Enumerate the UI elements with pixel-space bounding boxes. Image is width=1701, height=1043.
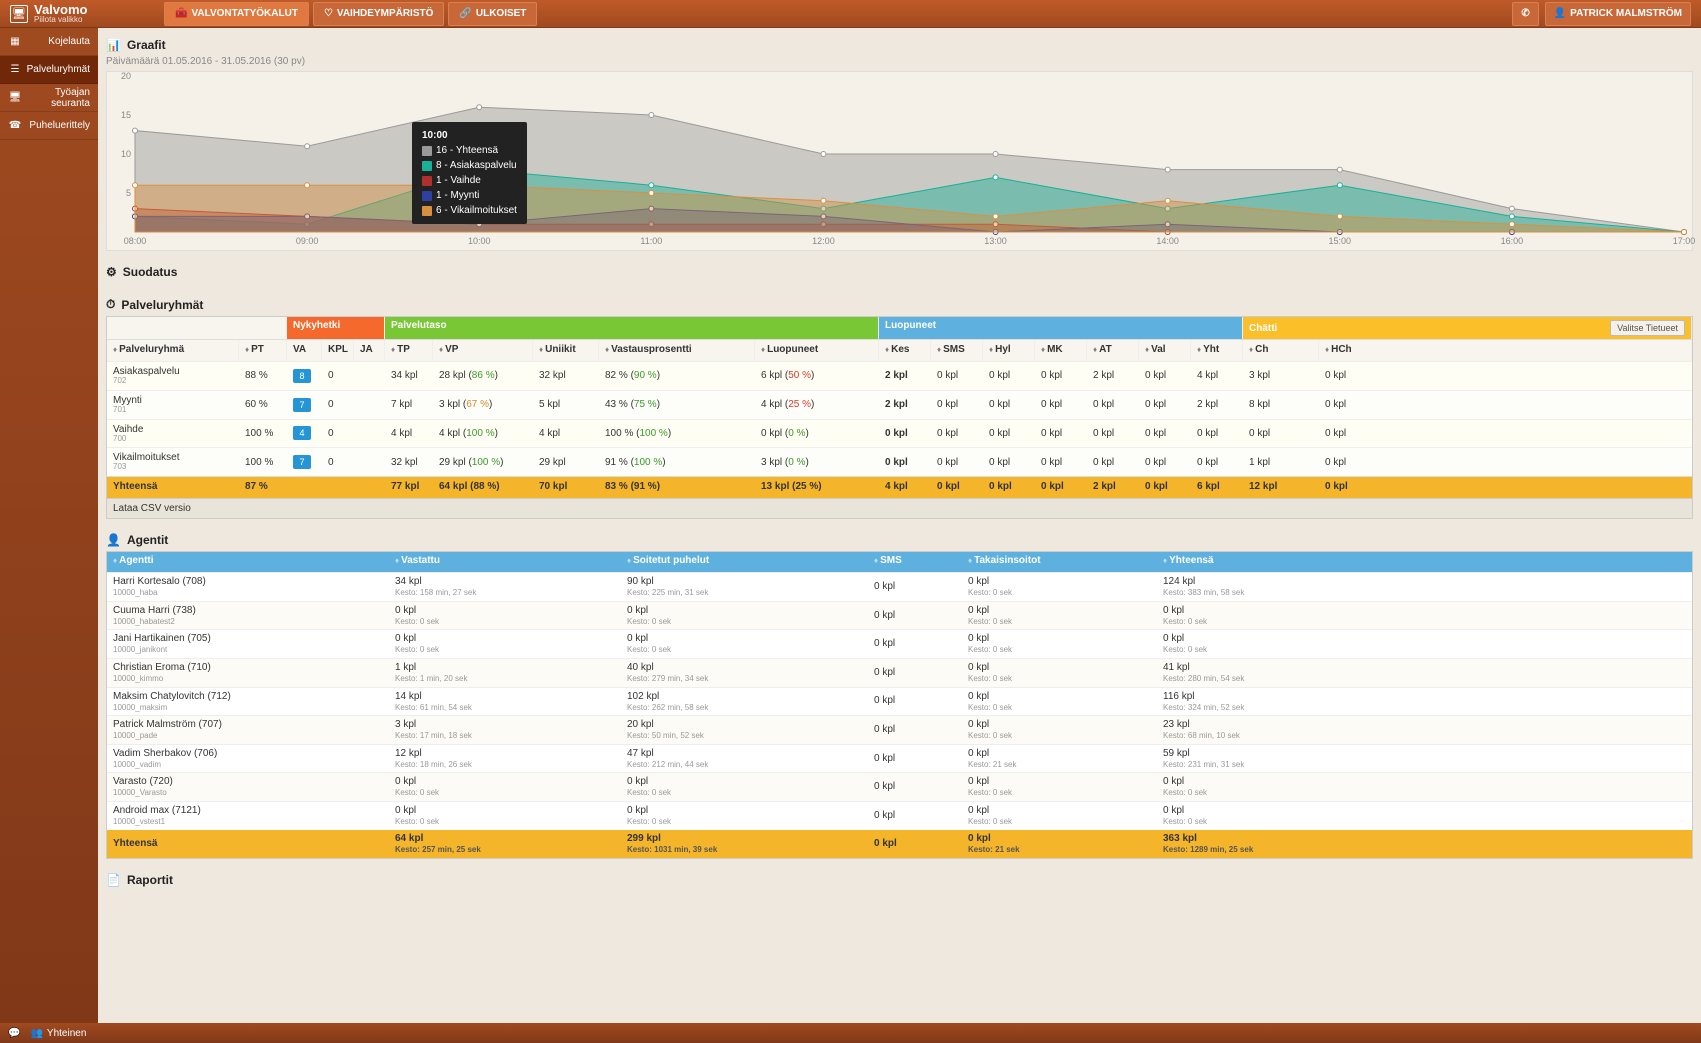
hg-palvelutaso: Palvelutaso [385, 317, 879, 339]
link-icon: 🔗 [459, 8, 471, 19]
topbar: 🖥 Valvomo Piilota valikko 🧰VALVONTATYÖKA… [0, 0, 1701, 28]
list-icon: ☰ [8, 64, 22, 75]
chart-icon: 📊 [106, 38, 121, 52]
panel-agentit: 👤 Agentit ♦Agentti ♦Vastattu ♦Soitetut pu… [106, 529, 1693, 858]
panel-title: Palveluryhmät [121, 298, 203, 312]
filter-icon: ⚙ [106, 265, 117, 279]
table-row[interactable]: Varasto (720)10000_Varasto 0 kplKesto: 0… [107, 772, 1692, 801]
table-row[interactable]: Android max (7121)10000_vstest1 0 kplKes… [107, 801, 1692, 830]
toolbox-icon: 🧰 [175, 8, 187, 19]
svg-text:10: 10 [121, 149, 131, 159]
agent-table: ♦Agentti ♦Vastattu ♦Soitetut puhelut ♦SM… [106, 551, 1693, 858]
panel-graafit: 📊 Graafit Päivämäärä 01.05.2016 - 31.05.2… [106, 34, 1693, 251]
table-row[interactable]: Vaihde700 100 % 4 0 4 kpl 4 kpl (100 %) … [107, 419, 1692, 448]
hg-chatti: ChättiValitse Tietueet [1243, 317, 1692, 339]
tab-vaihde[interactable]: ♡VAIHDEYMPÄRISTÖ [313, 2, 444, 26]
tab-valvonta[interactable]: 🧰VALVONTATYÖKALUT [164, 2, 309, 26]
document-icon: 📄 [106, 873, 121, 887]
panel-suodatus[interactable]: ⚙ Suodatus [106, 261, 1693, 283]
hg-luopuneet: Luopuneet [879, 317, 1243, 339]
svg-text:14:00: 14:00 [1156, 236, 1179, 246]
table-row[interactable]: Cuuma Harri (738)10000_habatest2 0 kplKe… [107, 601, 1692, 630]
svg-text:12:00: 12:00 [812, 236, 835, 246]
svg-text:15:00: 15:00 [1329, 236, 1352, 246]
logo[interactable]: 🖥 Valvomo Piilota valikko [10, 3, 160, 24]
group-table: Nykyhetki Palvelutaso Luopuneet ChättiVa… [106, 316, 1693, 519]
svg-text:08:00: 08:00 [124, 236, 147, 246]
group-table-columns: ♦Palveluryhmä ♦PT VA KPL JA ♦TP ♦VP ♦Uni… [107, 339, 1692, 361]
tab-ulkoiset[interactable]: 🔗ULKOISET [448, 2, 537, 26]
heart-icon: ♡ [324, 8, 333, 19]
bottombar: 💬 👥Yhteinen [0, 1023, 1701, 1043]
table-row[interactable]: Maksim Chatylovitch (712)10000_maksim 14… [107, 687, 1692, 716]
table-row[interactable]: Christian Eroma (710)10000_kimmo 1 kplKe… [107, 658, 1692, 687]
panel-title: Agentit [127, 533, 168, 547]
panel-title: Graafit [127, 38, 166, 52]
phone-icon: ☎ [8, 120, 22, 131]
table-row[interactable]: Asiakaspalvelu702 88 % 8 0 34 kpl 28 kpl… [107, 361, 1692, 390]
clock-icon: ⏱ [106, 297, 115, 312]
panel-raportit[interactable]: 📄 Raportit [106, 869, 1693, 891]
panel-title: Raportit [127, 873, 173, 887]
agent-table-columns: ♦Agentti ♦Vastattu ♦Soitetut puhelut ♦SM… [107, 552, 1692, 572]
app-subtitle: Piilota valikko [34, 16, 87, 24]
monitor-icon: 🖥 [8, 92, 22, 103]
group-table-header-groups: Nykyhetki Palvelutaso Luopuneet ChättiVa… [107, 317, 1692, 339]
user-icon: 👤 [1554, 8, 1566, 19]
table-row[interactable]: Harri Kortesalo (708)10000_haba 34 kplKe… [107, 572, 1692, 601]
sidebar-item-kojelauta[interactable]: ▦Kojelauta [0, 28, 98, 56]
svg-text:17:00: 17:00 [1673, 236, 1696, 246]
table-row[interactable]: Jani Hartikainen (705)10000_janikont 0 k… [107, 629, 1692, 658]
select-records-button[interactable]: Valitse Tietueet [1610, 320, 1685, 336]
svg-text:5: 5 [126, 188, 131, 198]
group-total-row: Yhteensä 87 % 77 kpl 64 kpl (88 %) 70 kp… [107, 476, 1692, 498]
chart-tooltip: 10:00 16 - Yhteensä8 - Asiakaspalvelu1 -… [412, 122, 527, 224]
bottom-chat[interactable]: 💬 [8, 1028, 20, 1039]
download-csv[interactable]: Lataa CSV versio [107, 498, 1692, 518]
table-row[interactable]: Myynti701 60 % 7 0 7 kpl 3 kpl (67 %) 5 … [107, 390, 1692, 419]
svg-text:13:00: 13:00 [984, 236, 1007, 246]
table-row[interactable]: Vikailmoitukset703 100 % 7 0 32 kpl 29 k… [107, 447, 1692, 476]
user-icon: 👤 [106, 533, 121, 547]
panel-palveluryhmat: ⏱ Palveluryhmät Nykyhetki Palvelutaso Luo… [106, 293, 1693, 519]
svg-text:20: 20 [121, 71, 131, 81]
chart[interactable]: 5 10 15 20 08:00 09:00 10:00 11:00 12:00 13:00 14:… [106, 71, 1693, 251]
table-row[interactable]: Vadim Sherbakov (706)10000_vadim 12 kplK… [107, 744, 1692, 773]
sidebar-item-puhelu[interactable]: ☎Puheluerittely [0, 112, 98, 140]
hg-nykyhetki: Nykyhetki [287, 317, 385, 339]
monitor-icon: 🖥 [10, 5, 28, 23]
svg-text:09:00: 09:00 [296, 236, 319, 246]
chart-subtitle: Päivämäärä 01.05.2016 - 31.05.2016 (30 p… [106, 56, 1693, 71]
chat-icon: 💬 [8, 1028, 20, 1039]
grid-icon: ▦ [8, 36, 22, 47]
sidebar-item-tyoajan[interactable]: 🖥Työajan seuranta [0, 84, 98, 112]
panel-title: Suodatus [123, 265, 178, 279]
bottom-yhteinen[interactable]: 👥Yhteinen [30, 1028, 86, 1039]
main-content: 📊 Graafit Päivämäärä 01.05.2016 - 31.05.2… [98, 28, 1701, 1023]
svg-text:11:00: 11:00 [640, 236, 662, 246]
svg-text:15: 15 [121, 110, 131, 120]
svg-text:10:00: 10:00 [468, 236, 491, 246]
svg-text:16:00: 16:00 [1501, 236, 1524, 246]
users-icon: 👥 [30, 1028, 42, 1039]
phone-button[interactable]: ✆ [1512, 2, 1538, 26]
top-tabs: 🧰VALVONTATYÖKALUT ♡VAIHDEYMPÄRISTÖ 🔗ULKO… [164, 2, 537, 26]
agent-total-row: Yhteensä 64 kplKesto: 257 min, 25 sek 29… [107, 830, 1692, 858]
chart-svg: 510152008:0009:0010:0011:0012:0013:0014:… [135, 76, 1684, 232]
user-menu[interactable]: 👤PATRICK MALMSTRÖM [1545, 2, 1691, 26]
sidebar-item-palveluryhmat[interactable]: ☰Palveluryhmät [0, 56, 98, 84]
table-row[interactable]: Patrick Malmström (707)10000_pade 3 kplK… [107, 715, 1692, 744]
phone-icon: ✆ [1521, 8, 1529, 19]
sidebar: ▦Kojelauta ☰Palveluryhmät 🖥Työajan seura… [0, 28, 98, 1023]
